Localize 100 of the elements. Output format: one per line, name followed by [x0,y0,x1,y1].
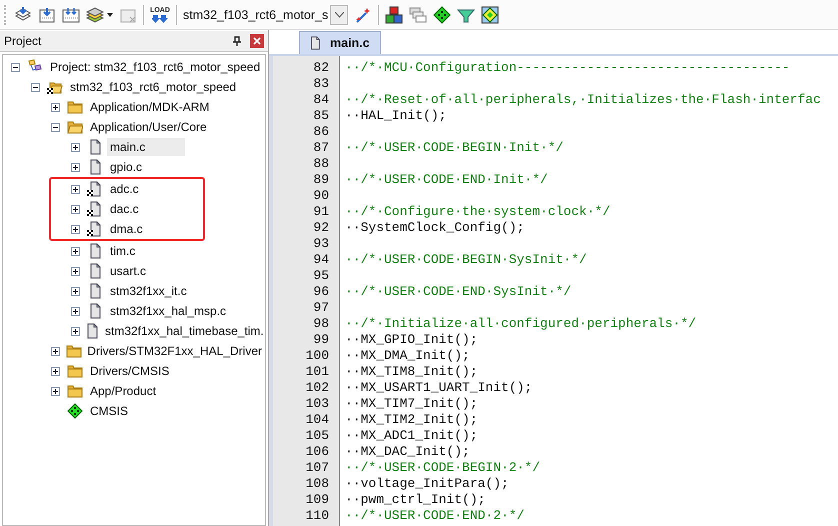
target-select[interactable]: stm32_f103_rct6_motor_s [183,4,348,24]
code-line: ··voltage_InitPara(); [345,476,509,490]
line-number: 96 [312,284,329,298]
diamond-icon[interactable] [433,6,452,24]
line-number: 108 [304,476,329,490]
line-number: 89 [312,172,329,186]
expand-icon[interactable] [51,102,60,112]
line-number: 86 [312,124,329,138]
code-comment: ··/*·MCU·Configuration----------------------------------- [345,60,790,74]
diamond-grid-icon[interactable] [481,6,500,24]
tree-item[interactable]: dma.c [107,220,146,238]
tree-item[interactable]: Drivers/STM32F1xx_HAL_Driver [84,342,265,360]
line-number: 93 [312,236,329,250]
pin-icon[interactable] [232,36,242,46]
expand-icon[interactable] [71,306,80,316]
tree-item[interactable]: stm32_f103_rct6_motor_speed [67,78,240,96]
line-number: 107 [304,460,329,474]
windows-icon[interactable] [409,6,428,24]
tree-item[interactable]: stm32f1xx_it.c [107,282,190,300]
close-icon[interactable] [253,37,261,45]
magic-wand-icon[interactable] [354,6,372,24]
line-number: 97 [312,300,329,314]
line-number: 90 [312,188,329,202]
tree-item[interactable]: usart.c [107,262,150,280]
code-line: ··MX_TIM7_Init(); [345,396,478,410]
file-icon [308,36,322,50]
collapse-icon[interactable] [31,82,40,92]
folder-icon [66,343,82,359]
line-number: 84 [312,92,329,106]
close-button[interactable] [250,34,264,48]
code-line: ··HAL_Init(); [345,108,446,122]
line-number: 92 [312,220,329,234]
file-tab[interactable]: main.c [299,31,381,54]
tree-item[interactable]: CMSIS [87,402,132,420]
collapse-icon[interactable] [51,122,60,132]
line-number: 95 [312,268,329,282]
line-number: 87 [312,140,329,154]
line-number: 99 [312,332,329,346]
collapse-icon[interactable] [11,62,20,72]
line-number: 101 [304,364,329,378]
expand-icon[interactable] [71,266,80,276]
tree-item[interactable]: Project: stm32_f103_rct6_motor_speed [47,58,264,76]
code-comment: ··/*·Reset·of·all·peripherals,·Initializes·the·Flash·interfac [345,92,821,106]
code-comment: ··/*·USER·CODE·END·SysInit·*/ [345,284,572,298]
tree-item[interactable]: gpio.c [107,158,146,176]
expand-icon[interactable] [71,204,80,214]
code-line: ··MX_DMA_Init(); [345,348,470,362]
line-number: 91 [312,204,329,218]
line-number: 103 [304,396,329,410]
expand-icon[interactable] [71,142,80,152]
dropdown-icon[interactable] [334,12,344,18]
tab-label: main.c [330,36,370,50]
line-number: 94 [312,252,329,266]
line-number: 98 [312,316,329,330]
line-number: 82 [312,60,329,74]
expand-icon[interactable] [51,386,60,396]
expand-icon[interactable] [51,346,60,356]
tree-item[interactable]: stm32f1xx_hal_timebase_tim. [102,322,267,340]
code-line: ··MX_ADC1_Init(); [345,428,478,442]
blocks-icon[interactable] [385,6,404,24]
code-comment: ··/*·Initialize·all·configured·peripherals·*/ [345,316,696,330]
code-comment: ··/*·USER·CODE·BEGIN·Init·*/ [345,140,564,154]
tree-item[interactable]: Application/User/Core [87,118,210,136]
expand-icon[interactable] [71,326,80,336]
folder-icon [67,383,83,399]
code-line: ··MX_USART1_UART_Init(); [345,380,532,394]
expand-icon[interactable] [51,366,60,376]
tree-item[interactable]: dac.c [107,200,142,218]
line-number: 102 [304,380,329,394]
caret-icon[interactable] [107,12,113,16]
line-number: 104 [304,412,329,426]
expand-icon[interactable] [71,224,80,234]
tree-item[interactable]: Application/MDK-ARM [87,98,212,116]
code-line: ··MX_TIM8_Init(); [345,364,478,378]
tree-item[interactable]: adc.c [107,180,142,198]
expand-icon[interactable] [71,184,80,194]
expand-icon[interactable] [71,162,80,172]
code-line: ··MX_TIM2_Init(); [345,412,478,426]
panel-title: Project [4,34,42,48]
code-line: ··pwm_ctrl_Init(); [345,492,486,506]
tree-item[interactable]: stm32f1xx_hal_msp.c [107,302,230,320]
folder-icon [67,99,83,115]
tree-item[interactable]: main.c [107,138,186,156]
code-comment: ··/*·USER·CODE·BEGIN·SysInit·*/ [345,252,587,266]
expand-icon[interactable] [71,246,80,256]
line-number: 100 [304,348,329,362]
code-line: ··MX_GPIO_Init(); [345,332,478,346]
code-comment: ··/*·USER·CODE·END·Init·*/ [345,172,548,186]
tree-item[interactable]: Drivers/CMSIS [87,362,172,380]
expand-icon[interactable] [71,286,80,296]
line-number: 83 [312,76,329,90]
component-icon [67,403,83,419]
code-line: ··MX_DAC_Init(); [345,444,470,458]
tree-item[interactable]: App/Product [87,382,160,400]
line-number: 88 [312,156,329,170]
line-number: 110 [304,508,329,522]
folder-icon [67,119,83,135]
line-number: 85 [312,108,329,122]
code-comment: ··/*·USER·CODE·BEGIN·2·*/ [345,460,540,474]
tree-item[interactable]: tim.c [107,242,138,260]
